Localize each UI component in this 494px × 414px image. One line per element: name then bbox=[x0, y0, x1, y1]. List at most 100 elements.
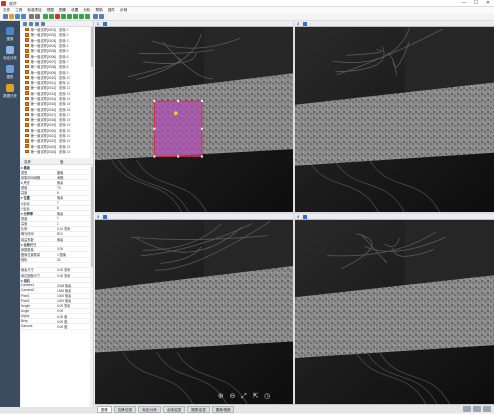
camera-viewport-1[interactable]: 1 bbox=[95, 21, 293, 212]
file-index: 图像 5 bbox=[59, 49, 69, 54]
scrollbar-thumb[interactable] bbox=[90, 27, 93, 67]
file-list-scrollbar[interactable] bbox=[90, 27, 93, 158]
file-index: 图像 7 bbox=[59, 59, 69, 64]
left-status-bar bbox=[0, 407, 95, 413]
nav-item-calibration[interactable]: 标定分析 bbox=[0, 44, 20, 62]
bottom-tab-bar: 图像 位移/应变 标定/分析 点线/应变 图表/应变 图像/视频 bbox=[95, 404, 494, 413]
file-index: 图像 12 bbox=[59, 86, 71, 91]
specimen-image bbox=[295, 27, 494, 212]
property-value-header: 值 bbox=[60, 160, 64, 164]
bottom-tab[interactable]: 点线/应变 bbox=[162, 406, 186, 413]
file-list-panel: 第一组试样[0001] 图像 1 第一组试样[0002] 图像 2 第一组试样[0003… bbox=[21, 21, 94, 158]
fit-view-icon[interactable]: ⤢ bbox=[240, 393, 248, 401]
camera-viewport-4[interactable]: 4 bbox=[295, 214, 494, 404]
property-row[interactable]: Gamma 0.00 度 bbox=[21, 324, 93, 330]
reset-view-icon[interactable]: ⇱ bbox=[252, 393, 260, 401]
scrollbar-thumb[interactable] bbox=[90, 167, 93, 267]
file-index: 图像 18 bbox=[59, 118, 71, 123]
property-value: 0.10 毫米 bbox=[57, 227, 71, 232]
file-index: 图像 17 bbox=[59, 112, 71, 117]
minimize-button[interactable]: — bbox=[458, 0, 470, 7]
image-file-icon bbox=[25, 59, 29, 64]
bottom-tab[interactable]: 图像/视频 bbox=[211, 406, 235, 413]
add-icon[interactable] bbox=[23, 22, 27, 26]
property-value: 像素 bbox=[57, 181, 64, 185]
property-value: ROI bbox=[57, 231, 63, 236]
save-as-icon[interactable] bbox=[21, 14, 26, 19]
pause-icon[interactable] bbox=[49, 14, 54, 19]
image-file-icon bbox=[25, 96, 29, 101]
save-icon[interactable] bbox=[15, 14, 20, 19]
file-name: 第一组试样[0009] bbox=[30, 70, 57, 75]
file-name: 第一组试样[0022] bbox=[30, 139, 57, 144]
nav-item-chart[interactable]: 图表 bbox=[0, 63, 20, 81]
property-name: Angle bbox=[21, 309, 30, 313]
camera-icon bbox=[103, 22, 107, 26]
file-name: 第一组试样[0020] bbox=[30, 128, 57, 133]
measure-icon[interactable] bbox=[85, 14, 90, 19]
file-index: 图像 16 bbox=[59, 107, 71, 112]
property-scrollbar[interactable] bbox=[90, 165, 93, 407]
file-name: 第一组试样[0004] bbox=[30, 44, 57, 49]
image-file-icon bbox=[25, 112, 29, 117]
new-icon[interactable] bbox=[3, 14, 8, 19]
play-icon[interactable] bbox=[43, 14, 48, 19]
file-index: 图像 6 bbox=[59, 54, 69, 59]
refresh-icon[interactable] bbox=[35, 22, 39, 26]
file-name: 第一组试样[0007] bbox=[30, 59, 57, 64]
nav-item-image[interactable]: 图像 bbox=[0, 25, 20, 43]
zoom-in-icon[interactable]: ⊕ bbox=[217, 393, 225, 401]
status-icon bbox=[463, 406, 471, 412]
folder-icon[interactable] bbox=[41, 22, 45, 26]
property-value: 0.00 度 bbox=[57, 324, 68, 329]
property-name: Gamma bbox=[21, 324, 33, 329]
undo-icon[interactable] bbox=[29, 14, 34, 19]
image-file-icon bbox=[25, 54, 29, 58]
title-bar: 软件 — ☐ ✕ bbox=[0, 0, 494, 7]
bottom-tab[interactable]: 标定/分析 bbox=[138, 406, 161, 413]
file-index: 图像 15 bbox=[59, 102, 71, 107]
nav-item-label: 数据分析 bbox=[3, 94, 17, 98]
app-icon bbox=[1, 1, 6, 6]
open-icon[interactable] bbox=[9, 14, 14, 19]
image-file-icon bbox=[25, 75, 29, 80]
property-value: 像素 bbox=[57, 196, 64, 201]
camera-icon[interactable] bbox=[73, 14, 78, 19]
grid-icon[interactable] bbox=[79, 14, 84, 19]
property-value: 像素 bbox=[57, 237, 64, 242]
bottom-tab[interactable]: 图像 bbox=[97, 406, 112, 413]
remove-icon[interactable] bbox=[29, 22, 33, 26]
bottom-tab[interactable]: 图表/应变 bbox=[187, 406, 210, 413]
status-indicators bbox=[463, 406, 491, 413]
image-file-icon bbox=[25, 102, 29, 106]
layers-icon[interactable] bbox=[93, 14, 98, 19]
left-navigation: 图像 标定分析 图表 数据分析 bbox=[0, 21, 20, 413]
maximize-button[interactable]: ☐ bbox=[470, 0, 482, 7]
redo-icon[interactable] bbox=[35, 14, 40, 19]
rotate-icon[interactable]: ◷ bbox=[263, 393, 271, 401]
file-name: 第一组试样[0015] bbox=[30, 102, 57, 107]
file-name: 第一组试样[0010] bbox=[30, 75, 57, 80]
property-value: 8 bbox=[57, 206, 59, 211]
nav-item-analysis[interactable]: 数据分析 bbox=[0, 82, 20, 100]
image-file-icon bbox=[25, 80, 29, 85]
capture-icon[interactable] bbox=[67, 14, 72, 19]
camera-viewport-2[interactable]: 2 bbox=[295, 21, 494, 212]
zoom-out-icon[interactable]: ⊖ bbox=[229, 393, 237, 401]
image-file-icon bbox=[25, 86, 29, 90]
file-index: 图像 8 bbox=[59, 65, 69, 70]
image-file-icon bbox=[25, 144, 29, 148]
image-file-icon bbox=[25, 123, 29, 127]
image-file-icon bbox=[25, 139, 29, 143]
camera-viewport-3[interactable]: 3 bbox=[95, 214, 293, 404]
step-icon[interactable] bbox=[61, 14, 66, 19]
file-name: 第一组试样[0016] bbox=[30, 107, 57, 112]
image-file-icon bbox=[25, 64, 29, 69]
bottom-tab[interactable]: 位移/应变 bbox=[113, 406, 137, 413]
export-icon[interactable] bbox=[99, 14, 104, 19]
camera-icon bbox=[303, 215, 307, 219]
file-list-item[interactable]: 第一组试样[0024] 图像 24 bbox=[21, 149, 93, 154]
stop-icon[interactable] bbox=[55, 14, 60, 19]
close-button[interactable]: ✕ bbox=[482, 0, 494, 7]
file-index: 图像 10 bbox=[59, 75, 71, 80]
